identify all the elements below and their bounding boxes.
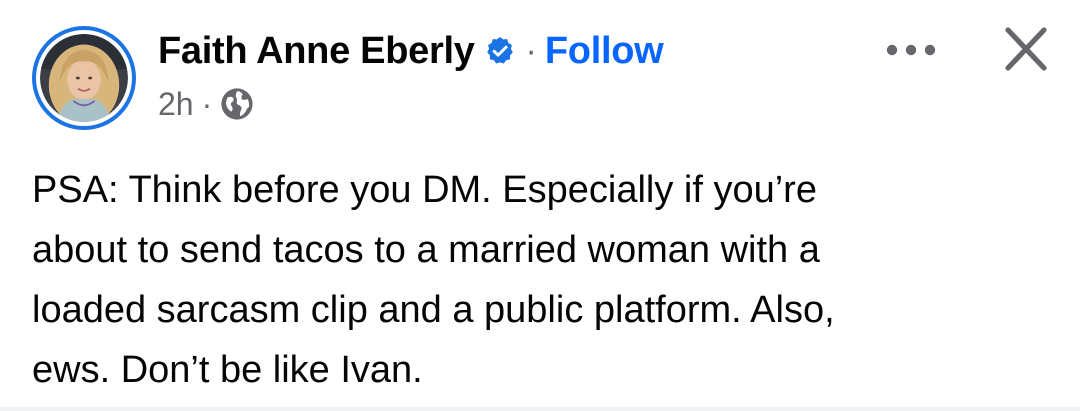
post-divider	[0, 407, 1080, 411]
header-separator: ·	[525, 31, 537, 70]
post-body-text: PSA: Think before you DM. Especially if …	[32, 169, 835, 391]
post-header: Faith Anne Eberly · Follow	[158, 26, 664, 76]
post-card: Faith Anne Eberly · Follow 2h · PSA: Thi…	[0, 0, 1080, 411]
verified-badge-icon	[486, 37, 513, 64]
post-timestamp[interactable]: 2h	[158, 86, 194, 123]
author-name[interactable]: Faith Anne Eberly	[158, 30, 475, 73]
post-meta: 2h ·	[158, 82, 254, 126]
globe-icon[interactable]	[220, 87, 254, 121]
more-options-icon[interactable]	[880, 30, 942, 70]
close-icon[interactable]	[996, 22, 1056, 78]
follow-button[interactable]: Follow	[545, 30, 664, 73]
avatar-ring-gap	[36, 30, 132, 126]
avatar-photo	[40, 34, 128, 122]
author-avatar[interactable]	[32, 26, 136, 130]
meta-separator: ·	[201, 85, 213, 122]
